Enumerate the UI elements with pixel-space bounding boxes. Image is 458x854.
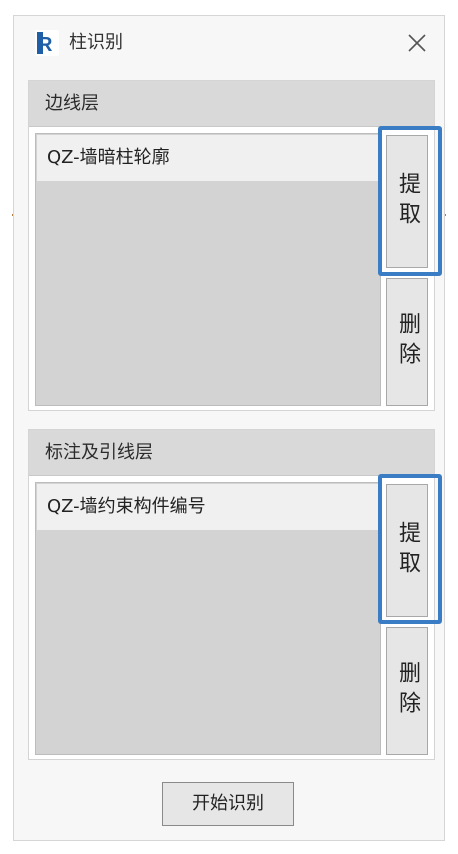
annotation-layer-header: 标注及引线层 bbox=[29, 430, 434, 476]
svg-text:R: R bbox=[38, 34, 53, 56]
annotation-extract-button[interactable]: 提取 bbox=[386, 484, 428, 617]
title-bar[interactable]: R 柱识别 bbox=[14, 16, 444, 70]
column-recognition-dialog: R 柱识别 边线层 QZ-墙暗柱轮廓 提取 删除 标注及引线层 QZ-墙约束构件… bbox=[13, 15, 445, 841]
close-icon[interactable] bbox=[404, 30, 430, 56]
list-item[interactable]: QZ-墙约束构件编号 bbox=[37, 484, 379, 530]
edge-layer-header: 边线层 bbox=[29, 81, 434, 127]
annotation-layer-label: 标注及引线层 bbox=[45, 442, 153, 463]
annotation-layer-list[interactable]: QZ-墙约束构件编号 bbox=[35, 482, 381, 755]
edge-layer-list[interactable]: QZ-墙暗柱轮廓 bbox=[35, 133, 381, 406]
edge-layer-label: 边线层 bbox=[45, 93, 99, 114]
dialog-title: 柱识别 bbox=[69, 32, 123, 53]
edge-extract-button[interactable]: 提取 bbox=[386, 135, 428, 268]
revit-app-icon: R bbox=[35, 30, 59, 56]
edge-delete-button[interactable]: 删除 bbox=[386, 278, 428, 406]
start-recognition-button[interactable]: 开始识别 bbox=[162, 782, 294, 826]
annotation-layer-group: 标注及引线层 QZ-墙约束构件编号 提取 删除 bbox=[28, 429, 435, 760]
annotation-delete-button[interactable]: 删除 bbox=[386, 627, 428, 755]
edge-layer-group: 边线层 QZ-墙暗柱轮廓 提取 删除 bbox=[28, 80, 435, 411]
list-item[interactable]: QZ-墙暗柱轮廓 bbox=[37, 135, 379, 181]
